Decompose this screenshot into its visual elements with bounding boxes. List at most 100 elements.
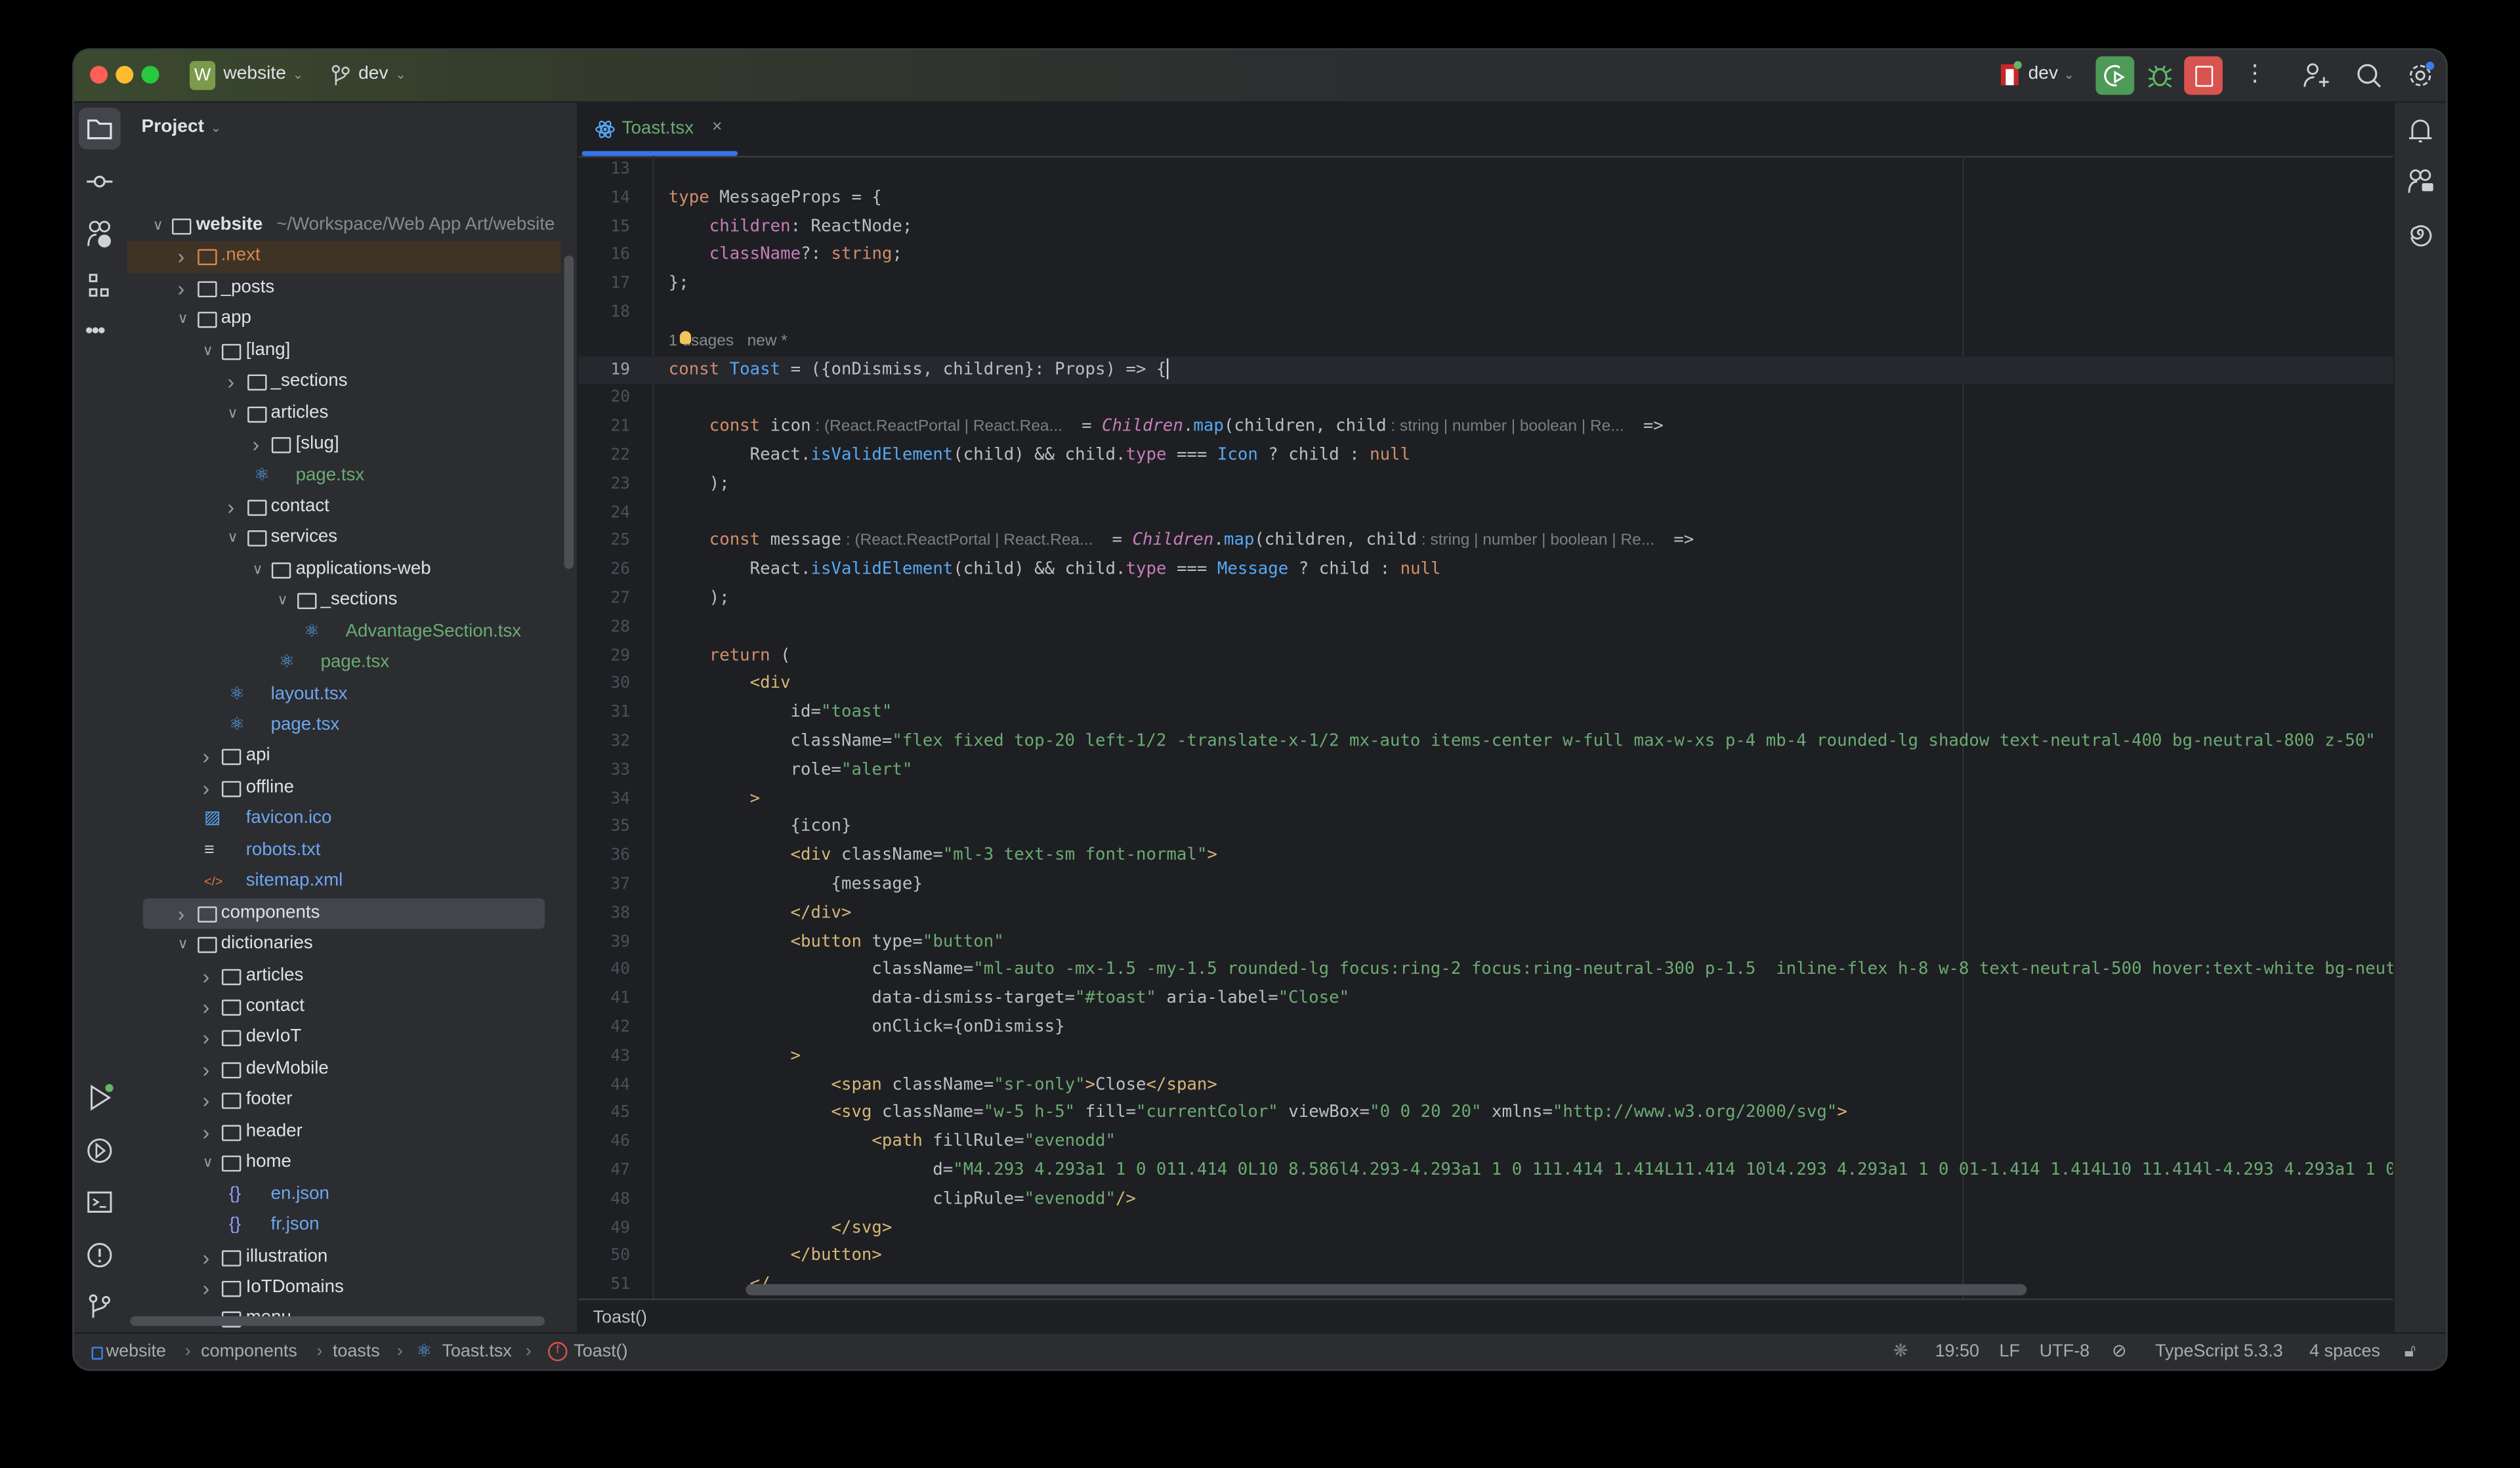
- status-breadcrumb-toasts[interactable]: toasts: [333, 1334, 380, 1370]
- code-line[interactable]: 18: [579, 299, 2395, 328]
- git-branch-icon[interactable]: [83, 1291, 116, 1323]
- line-number[interactable]: 29: [579, 642, 630, 671]
- commit-icon[interactable]: [83, 165, 116, 198]
- language-service[interactable]: TypeScript 5.3.3: [2155, 1334, 2283, 1370]
- project-selector[interactable]: website: [223, 64, 286, 83]
- code-line[interactable]: 40 className="ml-auto -mx-1.5 -my-1.5 ro…: [579, 957, 2394, 986]
- line-number[interactable]: 16: [579, 241, 630, 270]
- line-number[interactable]: 25: [579, 528, 630, 556]
- line-number[interactable]: 42: [579, 1014, 630, 1043]
- editor-horizontal-scrollbar[interactable]: [746, 1284, 2027, 1295]
- line-ending[interactable]: LF: [2000, 1334, 2020, 1370]
- code-line[interactable]: 24: [579, 499, 2395, 528]
- status-breadcrumb-components[interactable]: components: [201, 1334, 297, 1370]
- code-line[interactable]: 21 const icon : (React.ReactPortal | Rea…: [579, 413, 2395, 442]
- code-line[interactable]: 28: [579, 614, 2395, 642]
- line-number[interactable]: 22: [579, 442, 630, 471]
- code-line[interactable]: 22 React.isValidElement(child) && child.…: [579, 442, 2395, 471]
- tree-horizontal-scrollbar[interactable]: [130, 1316, 545, 1326]
- chevron-down-icon[interactable]: ∨: [203, 1148, 213, 1179]
- line-number[interactable]: 26: [579, 556, 630, 585]
- tree-item[interactable]: › [slug]: [127, 429, 564, 461]
- project-badge[interactable]: W: [189, 61, 216, 91]
- services-icon[interactable]: [83, 1135, 116, 1167]
- tree-item[interactable]: › devMobile: [127, 1054, 564, 1085]
- tree-item[interactable]: ⚛ layout.tsx: [127, 679, 564, 711]
- chevron-right-icon[interactable]: ›: [203, 742, 210, 773]
- tree-item[interactable]: ∨ services: [127, 523, 564, 555]
- tree-item[interactable]: › _posts: [127, 273, 564, 304]
- code-line[interactable]: 25 const message : (React.ReactPortal | …: [579, 528, 2395, 556]
- search-icon[interactable]: [2355, 61, 2384, 90]
- chevron-right-icon[interactable]: ›: [203, 992, 210, 1023]
- tree-item[interactable]: ⚛ page.tsx: [127, 648, 564, 679]
- code-line[interactable]: 19 const Toast = ({onDismiss, children}: …: [578, 356, 2395, 385]
- line-number[interactable]: 20: [579, 385, 630, 413]
- line-number[interactable]: 18: [579, 299, 630, 328]
- read-only-lock-icon[interactable]: 🔓︎: [2404, 1334, 2416, 1370]
- chevron-right-icon[interactable]: ›: [228, 492, 235, 523]
- chevron-down-icon[interactable]: ∨: [153, 211, 163, 242]
- code-line[interactable]: 34 >: [579, 786, 2395, 814]
- line-number[interactable]: 37: [579, 871, 630, 900]
- code-line[interactable]: 30 <div: [579, 671, 2395, 700]
- tree-item[interactable]: › devIoT: [127, 1023, 564, 1055]
- bell-icon[interactable]: [2404, 114, 2437, 146]
- chevron-right-icon[interactable]: ›: [203, 1054, 210, 1085]
- tree-item[interactable]: ∨ applications-web: [127, 554, 564, 585]
- line-number[interactable]: 38: [579, 900, 630, 929]
- maximize-window-button[interactable]: [141, 66, 159, 84]
- code-line[interactable]: 13: [579, 156, 2395, 185]
- code-line[interactable]: 49 </svg>: [579, 1214, 2395, 1243]
- code-line[interactable]: 37 {message}: [579, 871, 2395, 900]
- code-area[interactable]: 13 14 type MessageProps = {15 children: Re…: [578, 156, 2395, 1299]
- code-line[interactable]: 38 </div>: [579, 900, 2395, 929]
- code-line[interactable]: 36 <div className="ml-3 text-sm font-nor…: [579, 843, 2395, 871]
- code-line[interactable]: 46 <path fillRule="evenodd": [579, 1129, 2395, 1158]
- tree-item[interactable]: › IoTDomains: [127, 1272, 564, 1304]
- line-number[interactable]: 51: [579, 1272, 630, 1299]
- chevron-down-icon[interactable]: ∨: [277, 585, 287, 617]
- minimize-window-button[interactable]: [116, 66, 134, 84]
- line-number[interactable]: 23: [579, 471, 630, 499]
- line-number[interactable]: 27: [579, 585, 630, 614]
- line-number[interactable]: 34: [579, 786, 630, 814]
- chevron-down-icon[interactable]: ∨: [203, 335, 213, 367]
- problems-icon[interactable]: [83, 1239, 116, 1271]
- stop-button[interactable]: [2184, 56, 2223, 95]
- lightbulb-icon[interactable]: [679, 330, 692, 344]
- status-breadcrumb-function[interactable]: Toast(): [574, 1334, 627, 1370]
- add-user-icon[interactable]: [2301, 61, 2330, 90]
- code-line[interactable]: 48 clipRule="evenodd"/>: [579, 1186, 2395, 1215]
- tree-item[interactable]: › illustration: [127, 1242, 564, 1273]
- line-number[interactable]: 40: [579, 957, 630, 986]
- project-panel-title[interactable]: Project: [142, 117, 205, 136]
- line-number[interactable]: 35: [579, 814, 630, 843]
- tree-item[interactable]: {} en.json: [127, 1179, 564, 1211]
- branch-selector[interactable]: dev: [358, 64, 388, 83]
- line-number[interactable]: 32: [579, 728, 630, 757]
- tree-item[interactable]: </> sitemap.xml: [127, 867, 564, 898]
- line-number[interactable]: 33: [579, 757, 630, 786]
- code-line[interactable]: 45 <svg className="w-5 h-5" fill="curren…: [579, 1100, 2395, 1129]
- chevron-right-icon[interactable]: ›: [178, 898, 185, 929]
- line-number[interactable]: 44: [579, 1071, 630, 1100]
- run-config-selector[interactable]: dev: [2028, 64, 2058, 83]
- code-line[interactable]: 32 className="flex fixed top-20 left-1/2…: [579, 728, 2395, 757]
- line-number[interactable]: 41: [579, 986, 630, 1015]
- status-breadcrumb-file[interactable]: Toast.tsx: [442, 1334, 511, 1370]
- tab-toast-tsx[interactable]: Toast.tsx ×: [581, 103, 738, 156]
- tree-item[interactable]: › _sections: [127, 367, 564, 398]
- code-breadcrumb-item[interactable]: Toast(): [593, 1300, 647, 1333]
- debug-icon[interactable]: [2144, 60, 2176, 92]
- tree-item[interactable]: ∨ articles: [127, 398, 564, 429]
- more-tools-icon[interactable]: •••: [85, 316, 106, 342]
- rerun-button[interactable]: [2095, 56, 2135, 95]
- file-encoding[interactable]: UTF-8: [2040, 1334, 2090, 1370]
- chevron-right-icon[interactable]: ›: [252, 429, 259, 461]
- chevron-right-icon[interactable]: ›: [203, 1023, 210, 1055]
- tree-item[interactable]: › components: [142, 898, 545, 929]
- chevron-right-icon[interactable]: ›: [203, 1242, 210, 1273]
- line-number[interactable]: 30: [579, 671, 630, 700]
- tree-item[interactable]: › footer: [127, 1085, 564, 1117]
